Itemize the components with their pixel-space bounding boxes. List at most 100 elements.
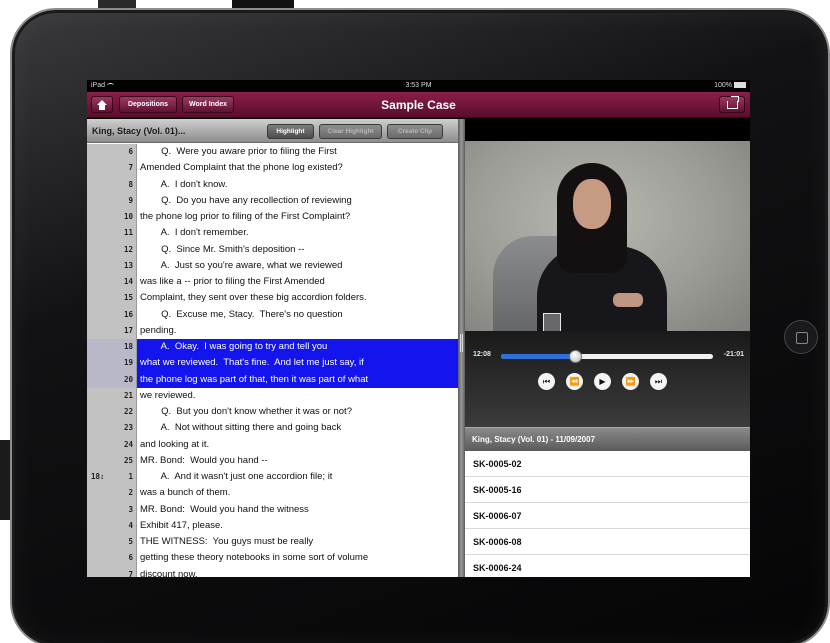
line-number: 22 bbox=[123, 407, 133, 416]
transcript-line[interactable]: 18: 1 A. And it wasn't just one accordion… bbox=[87, 469, 458, 486]
transcript-line[interactable]: 24 and looking at it. bbox=[87, 436, 458, 453]
line-number: 19 bbox=[123, 358, 133, 368]
transcript-line[interactable]: 23 A. Not without sitting there and goin… bbox=[87, 420, 458, 437]
exhibit-item[interactable]: SK-0006-08 bbox=[465, 529, 750, 555]
transcript-line[interactable]: 17 pending. bbox=[87, 322, 458, 339]
progress-slider[interactable] bbox=[501, 350, 713, 363]
slider-knob[interactable] bbox=[569, 350, 583, 363]
line-number: 24 bbox=[123, 439, 133, 449]
transcript-line[interactable]: 15 Complaint, they sent over these big ac… bbox=[87, 290, 458, 307]
line-text: Amended Complaint that the phone log exi… bbox=[140, 162, 343, 174]
transcript-text[interactable]: 6 Q. Were you aware prior to filing the … bbox=[87, 144, 458, 577]
line-number: 18 bbox=[123, 342, 133, 351]
line-gutter: 24 bbox=[87, 436, 137, 453]
transcript-line[interactable]: 6 getting these theory notebooks in some … bbox=[87, 550, 458, 567]
rewind-icon[interactable]: ⏪ bbox=[566, 373, 583, 390]
line-text: Q. Excuse me, Stacy. There's no question bbox=[140, 308, 343, 320]
transcript-line[interactable]: 4 Exhibit 417, please. bbox=[87, 517, 458, 534]
line-text: Q. But you don't know whether it was or … bbox=[140, 406, 352, 417]
line-gutter: 7 bbox=[87, 160, 137, 177]
line-number: 4 bbox=[128, 520, 133, 530]
exhibit-item[interactable]: SK-0006-24 bbox=[465, 555, 750, 577]
skip-to-end-icon[interactable]: ⏭ bbox=[650, 373, 667, 390]
transcript-line[interactable]: 9 Q. Do you have any recollection of rev… bbox=[87, 192, 458, 209]
line-gutter: 17 bbox=[87, 322, 137, 339]
line-gutter: 6 bbox=[87, 550, 137, 567]
line-text: A. And it wasn't just one accordion file… bbox=[140, 471, 333, 482]
highlight-button[interactable]: Highlight bbox=[267, 124, 314, 139]
transcript-line[interactable]: 14 was like a -- prior to filing the Firs… bbox=[87, 274, 458, 291]
line-gutter: 21 bbox=[87, 387, 137, 404]
line-number: 14 bbox=[123, 277, 133, 286]
transcript-line[interactable]: 2 was a bunch of them. bbox=[87, 485, 458, 502]
create-clip-button[interactable]: Create Clip bbox=[387, 124, 443, 139]
transcript-line[interactable]: 6 Q. Were you aware prior to filing the … bbox=[87, 144, 458, 161]
transcript-line[interactable]: 5 THE WITNESS: You guys must be really bbox=[87, 534, 458, 551]
share-button[interactable] bbox=[719, 96, 745, 113]
transcript-line[interactable]: 20 the phone log was part of that, then i… bbox=[87, 371, 458, 388]
exhibit-item[interactable]: SK-0005-16 bbox=[465, 477, 750, 503]
video-frame[interactable] bbox=[465, 141, 750, 331]
line-text: A. Just so you're aware, what we reviewe… bbox=[140, 259, 343, 271]
transcript-line[interactable]: 7 discount now. bbox=[87, 566, 458, 578]
transcript-line[interactable]: 10 the phone log prior to filing of the F… bbox=[87, 209, 458, 226]
transcript-line[interactable]: 12 Q. Since Mr. Smith's deposition -- bbox=[87, 241, 458, 258]
line-number: 20 bbox=[123, 374, 133, 384]
line-number: 12 bbox=[123, 244, 133, 254]
clear-highlight-button[interactable]: Clear Highlight bbox=[319, 124, 382, 139]
line-text: and looking at it. bbox=[140, 438, 210, 450]
elapsed-time: 12:08 bbox=[473, 351, 491, 358]
line-gutter: 14 bbox=[87, 274, 137, 291]
exhibit-list: SK-0005-02 SK-0005-16 SK-0006-07 SK-0006-08… bbox=[465, 451, 750, 577]
exhibit-item[interactable]: SK-0006-07 bbox=[465, 503, 750, 529]
line-number: 1 bbox=[128, 472, 133, 481]
line-gutter: 8 bbox=[87, 176, 137, 193]
line-text: pending. bbox=[140, 324, 177, 336]
drag-handle-icon[interactable] bbox=[460, 334, 463, 352]
transcript-line[interactable]: 22 Q. But you don't know whether it was … bbox=[87, 404, 458, 421]
line-text: THE WITNESS: You guys must be really bbox=[140, 536, 314, 547]
transcript-line[interactable]: 8 A. I don't know. bbox=[87, 176, 458, 193]
play-icon[interactable]: ▶ bbox=[594, 373, 611, 390]
status-bar: iPad 3:53 PM 100% bbox=[87, 80, 750, 92]
line-number: 6 bbox=[128, 553, 133, 563]
transcript-line[interactable]: 19 what we reviewed. That's fine. And let… bbox=[87, 355, 458, 372]
transcript-line[interactable]: 16 Q. Excuse me, Stacy. There's no quest… bbox=[87, 306, 458, 323]
water-glass-shape bbox=[543, 313, 561, 331]
nav-bar: Depositions Word Index Sample Case bbox=[87, 92, 750, 118]
line-gutter: 19 bbox=[87, 355, 137, 372]
exhibit-item[interactable]: SK-0005-02 bbox=[465, 451, 750, 477]
line-number: 10 bbox=[123, 212, 133, 221]
transcript-line[interactable]: 25 MR. Bond: Would you hand -- bbox=[87, 452, 458, 469]
split-view-divider[interactable] bbox=[458, 119, 465, 577]
line-text: MR. Bond: Would you hand -- bbox=[140, 454, 268, 466]
line-gutter: 7 bbox=[87, 566, 137, 577]
clock: 3:53 PM bbox=[405, 82, 432, 89]
line-gutter: 3 bbox=[87, 501, 137, 518]
home-hardware-button[interactable] bbox=[784, 320, 818, 354]
skip-to-start-icon[interactable]: ⏮ bbox=[538, 373, 555, 390]
line-number: 15 bbox=[123, 293, 133, 303]
line-gutter: 9 bbox=[87, 192, 137, 209]
transcript-line[interactable]: 3 MR. Bond: Would you hand the witness bbox=[87, 501, 458, 518]
transcript-line[interactable]: 18 A. Okay. I was going to try and tell … bbox=[87, 339, 458, 356]
line-number: 21 bbox=[123, 390, 133, 400]
line-number: 3 bbox=[128, 504, 133, 514]
fast-forward-icon[interactable]: ⏩ bbox=[622, 373, 639, 390]
transcript-line[interactable]: 13 A. Just so you're aware, what we revi… bbox=[87, 257, 458, 274]
line-number: 25 bbox=[123, 455, 133, 465]
transcript-line[interactable]: 11 A. I don't remember. bbox=[87, 225, 458, 242]
transcript-line[interactable]: 21 we reviewed. bbox=[87, 387, 458, 404]
witness-face-shape bbox=[573, 179, 611, 229]
line-gutter: 5 bbox=[87, 534, 137, 551]
line-text: Q. Since Mr. Smith's deposition -- bbox=[140, 243, 305, 255]
line-text: A. Not without sitting there and going b… bbox=[140, 422, 342, 434]
line-number: 8 bbox=[128, 179, 133, 189]
line-gutter: 2 bbox=[87, 485, 137, 502]
transcript-pane: King, Stacy (Vol. 01)... Highlight Clear… bbox=[87, 119, 458, 577]
transcript-line[interactable]: 7 Amended Complaint that the phone log ex… bbox=[87, 160, 458, 177]
line-text: Q. Do you have any recollection of revie… bbox=[140, 194, 352, 206]
line-text: discount now. bbox=[140, 568, 198, 578]
line-text: A. I don't know. bbox=[140, 178, 228, 190]
witness-title: King, Stacy (Vol. 01)... bbox=[92, 126, 186, 136]
